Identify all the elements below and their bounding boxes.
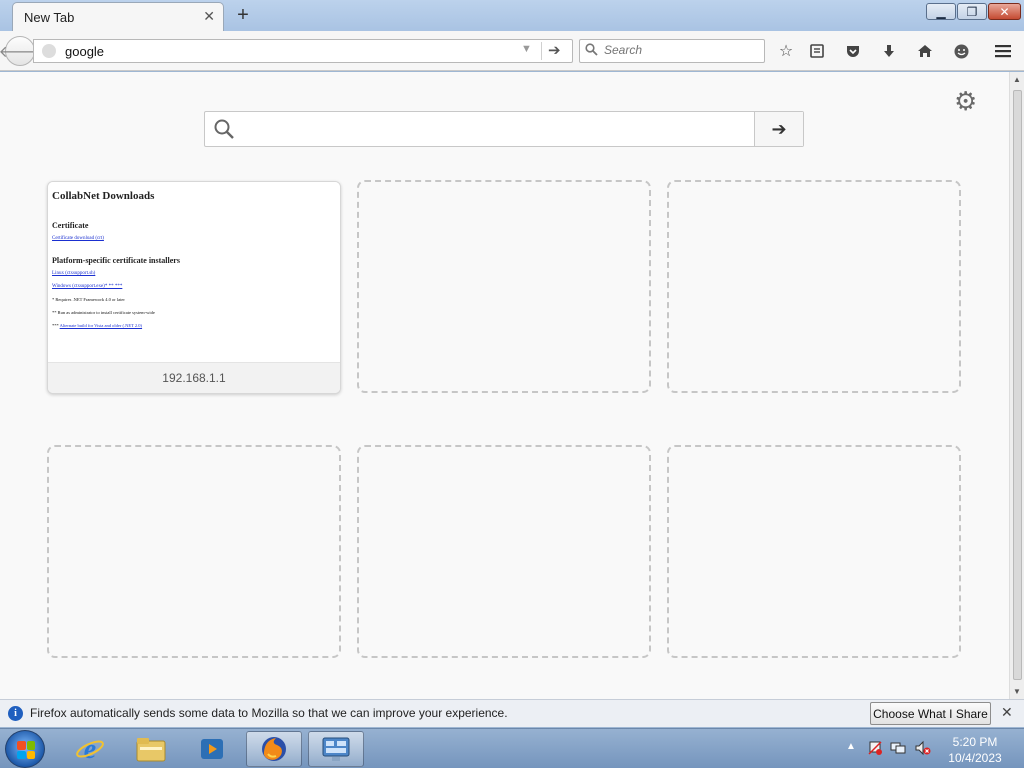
tab-new-tab[interactable]: New Tab ✕ — [12, 2, 224, 31]
taskbar-file-explorer[interactable] — [123, 731, 179, 767]
restore-button[interactable]: ❐ — [957, 3, 987, 20]
newtab-search-input[interactable] — [243, 120, 743, 136]
vertical-scrollbar[interactable]: ▲ ▼ — [1009, 72, 1024, 699]
action-center-icon[interactable] — [867, 740, 883, 759]
scrollbar-thumb[interactable] — [1013, 90, 1022, 680]
thumb-note-prefix: *** — [52, 323, 59, 328]
scroll-down-icon[interactable]: ▼ — [1013, 687, 1021, 696]
thumb-note: * Requires .NET Framework 4.0 or later — [52, 297, 125, 302]
newtab-search-go-button[interactable]: ➔ — [754, 112, 803, 146]
data-reporting-notification: i Firefox automatically sends some data … — [0, 699, 1024, 727]
home-icon[interactable] — [914, 40, 936, 62]
thumb-heading: CollabNet Downloads — [52, 190, 155, 202]
taskbar-firefox[interactable] — [246, 731, 302, 767]
thumb-note: ** Run as administrator to install certi… — [52, 310, 155, 315]
hamburger-menu-icon[interactable] — [992, 40, 1014, 62]
volume-muted-icon[interactable] — [914, 740, 932, 759]
pocket-icon[interactable] — [842, 40, 864, 62]
navigation-toolbar: 🡐 ▼ ➔ ☆ — [0, 31, 1024, 71]
hello-chat-icon[interactable] — [950, 40, 972, 62]
search-bar[interactable] — [579, 39, 765, 63]
taskbar-control-panel[interactable] — [308, 731, 364, 767]
url-separator — [541, 42, 542, 60]
bookmarks-menu-icon[interactable] — [806, 40, 828, 62]
close-window-button[interactable]: ✕ — [988, 3, 1021, 20]
system-clock[interactable]: 5:20 PM 10/4/2023 — [940, 734, 1010, 766]
taskbar-media-player[interactable] — [184, 731, 240, 767]
desktop: New Tab ✕ + ▁ ❐ ✕ 🡐 ▼ ➔ ☆ — [0, 0, 1024, 768]
control-panel-icon — [322, 737, 350, 761]
site-identity-icon[interactable] — [42, 44, 56, 58]
new-tab-page: ⚙ ➔ CollabNet Downloads Certificate Cert… — [0, 72, 1024, 699]
thumb-section: Certificate — [52, 221, 89, 230]
go-arrow-icon[interactable]: ➔ — [548, 41, 561, 59]
thumb-section: Platform-specific certificate installers — [52, 256, 180, 265]
folder-icon — [136, 738, 166, 762]
empty-tile[interactable] — [667, 180, 961, 393]
notification-message: Firefox automatically sends some data to… — [30, 706, 508, 720]
search-icon — [585, 43, 598, 59]
thumb-link: Certificate download (crt) — [52, 236, 104, 241]
close-notification-icon[interactable]: ✕ — [1001, 704, 1013, 721]
top-site-tile[interactable]: CollabNet Downloads Certificate Certific… — [47, 181, 341, 394]
tile-thumbnail: CollabNet Downloads Certificate Certific… — [48, 182, 340, 362]
gear-icon[interactable]: ⚙ — [954, 86, 977, 117]
scroll-up-icon[interactable]: ▲ — [1013, 75, 1021, 84]
thumb-note: *** Alternate build for Vista and older … — [52, 323, 336, 328]
windows-logo-icon — [17, 741, 35, 759]
url-bar[interactable]: ▼ ➔ — [33, 39, 573, 63]
choose-what-i-share-button[interactable]: Choose What I Share — [870, 702, 991, 725]
thumb-link: Linux (ctxsupport.sh) — [52, 271, 96, 276]
empty-tile[interactable] — [357, 180, 651, 393]
history-dropdown-icon[interactable]: ▼ — [521, 43, 532, 55]
info-icon: i — [8, 706, 23, 721]
show-hidden-icons-icon[interactable]: ▲ — [846, 741, 856, 752]
title-bar: New Tab ✕ + ▁ ❐ ✕ — [0, 0, 1024, 31]
close-tab-icon[interactable]: ✕ — [203, 8, 215, 25]
clock-date: 10/4/2023 — [948, 751, 1002, 765]
clock-time: 5:20 PM — [952, 735, 998, 749]
search-input[interactable] — [604, 43, 754, 57]
thumb-link: Alternate build for Vista and older (.NE… — [59, 323, 143, 328]
tab-title: New Tab — [24, 10, 75, 25]
minimize-button[interactable]: ▁ — [926, 3, 956, 20]
empty-tile[interactable] — [357, 445, 651, 658]
bookmark-star-icon[interactable]: ☆ — [775, 40, 797, 62]
downloads-icon[interactable] — [878, 40, 900, 62]
firefox-icon — [262, 737, 286, 761]
minimize-icon: ▁ — [936, 4, 946, 19]
svg-text:e: e — [84, 734, 96, 764]
close-icon: ✕ — [999, 4, 1010, 19]
newtab-search-box[interactable]: ➔ — [204, 111, 804, 147]
search-icon — [213, 118, 235, 143]
url-input[interactable] — [65, 42, 505, 60]
back-button[interactable]: 🡐 — [0, 36, 41, 66]
internet-explorer-icon: e — [76, 734, 104, 764]
new-tab-button[interactable]: + — [234, 4, 252, 27]
media-player-icon — [201, 739, 223, 759]
empty-tile[interactable] — [47, 445, 341, 658]
taskbar: e ▲ 5:20 PM 10/4/2023 — [0, 728, 1024, 768]
tile-caption: 192.168.1.1 — [48, 362, 340, 393]
empty-tile[interactable] — [667, 445, 961, 658]
start-button[interactable] — [5, 730, 45, 768]
restore-icon: ❐ — [966, 4, 978, 19]
network-icon[interactable] — [890, 740, 906, 759]
taskbar-internet-explorer[interactable]: e — [62, 731, 118, 767]
thumb-link: Windows (ctxsupport.exe)* ** *** — [52, 284, 123, 289]
